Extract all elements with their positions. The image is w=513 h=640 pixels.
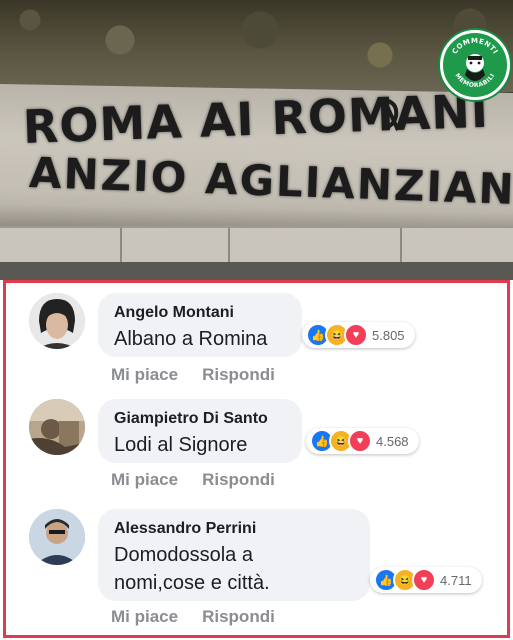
comment-bubble: Angelo Montani Albano a Romina xyxy=(98,293,302,357)
like-button[interactable]: Mi piace xyxy=(111,470,178,490)
love-icon: ♥ xyxy=(344,323,368,347)
comment-text-line: Domodossola a xyxy=(114,544,253,566)
avatar[interactable] xyxy=(29,293,85,349)
comment-actions: Mi piace Rispondi xyxy=(111,365,275,385)
avatar[interactable] xyxy=(29,399,85,455)
like-button[interactable]: Mi piace xyxy=(111,607,178,627)
reactions-badge[interactable]: 👍 😆 ♥ 4.711 xyxy=(370,567,482,593)
reaction-count: 5.805 xyxy=(372,327,405,343)
love-icon: ♥ xyxy=(412,568,436,592)
comment-author[interactable]: Alessandro Perrini xyxy=(114,519,354,539)
avatar[interactable] xyxy=(29,509,85,565)
reactions-badge[interactable]: 👍 😆 ♥ 5.805 xyxy=(302,322,415,348)
comment-text-line: nomi,cose e città. xyxy=(114,572,270,594)
hammer-sickle-icon xyxy=(383,98,400,131)
graffiti-line-2: ANZIO AGLIANZIANI xyxy=(28,148,513,215)
commenti-memorabili-logo: COMMENTI MEMORABILI xyxy=(440,30,510,100)
graffiti-photo: ROMA AI ROMANI ANZIO AGLIANZIANI COMMENT… xyxy=(0,0,513,280)
comment-actions: Mi piace Rispondi xyxy=(111,470,275,490)
reaction-count: 4.568 xyxy=(376,433,409,449)
comment-author[interactable]: Angelo Montani xyxy=(114,303,286,323)
comment-text: Albano a Romina xyxy=(114,328,268,350)
reply-button[interactable]: Rispondi xyxy=(202,607,275,627)
graffiti-text: ROMA AI ROMANI ANZIO AGLIANZIANI xyxy=(0,0,513,280)
reaction-count: 4.711 xyxy=(440,572,472,588)
reactions-badge[interactable]: 👍 😆 ♥ 4.568 xyxy=(306,428,419,454)
comment-actions: Mi piace Rispondi xyxy=(111,607,275,627)
comment-text: Domodossola a nomi,cose e città. xyxy=(114,541,354,597)
reply-button[interactable]: Rispondi xyxy=(202,470,275,490)
comment-author[interactable]: Giampietro Di Santo xyxy=(114,409,286,429)
svg-text:COMMENTI: COMMENTI xyxy=(451,37,500,56)
love-icon: ♥ xyxy=(348,429,372,453)
comment-bubble: Alessandro Perrini Domodossola a nomi,co… xyxy=(98,509,370,601)
graffiti-line-1: ROMA AI ROMANI xyxy=(22,83,490,154)
reply-button[interactable]: Rispondi xyxy=(202,365,275,385)
like-button[interactable]: Mi piace xyxy=(111,365,178,385)
comment-text: Lodi al Signore xyxy=(114,434,248,456)
comment-bubble: Giampietro Di Santo Lodi al Signore xyxy=(98,399,302,463)
comments-panel: Angelo Montani Albano a Romina 👍 😆 ♥ 5.8… xyxy=(3,280,510,638)
